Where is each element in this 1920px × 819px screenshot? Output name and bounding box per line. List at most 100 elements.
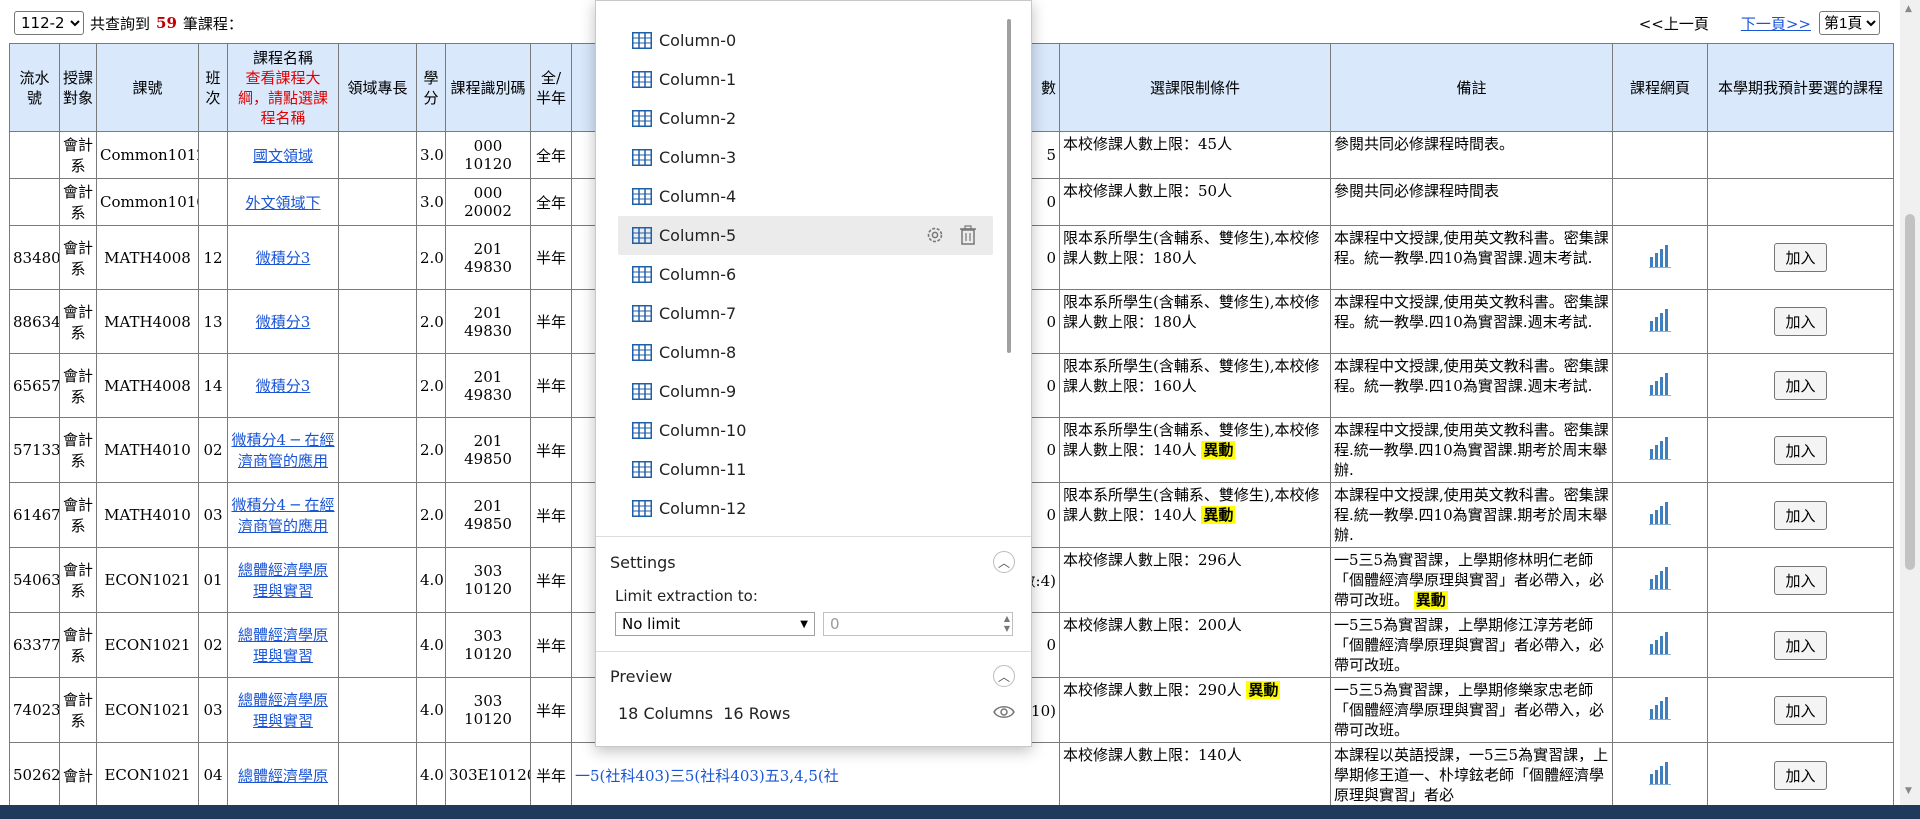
course-page-chart-icon[interactable] <box>1647 760 1673 786</box>
limit-select[interactable]: No limit ▼ <box>615 612 815 636</box>
cell-note: 一5三5為實習課，上學期修林明仁老師「個體經濟學原理與實習」者必帶入，必帶可改班… <box>1330 547 1613 613</box>
column-label: Column-10 <box>659 421 747 440</box>
course-page-chart-icon[interactable] <box>1647 307 1673 333</box>
cell-restriction: 限本系所學生(含輔系、雙修生),本校修課人數上限：180人 <box>1059 225 1331 290</box>
column-item[interactable]: Column-1 <box>618 60 993 99</box>
course-page-chart-icon[interactable] <box>1647 243 1673 269</box>
semester-select[interactable]: 112-2 <box>14 11 84 35</box>
cell-plan: 加入 <box>1707 225 1894 290</box>
course-name-link[interactable]: 微積分3 <box>256 249 311 267</box>
cell-target: 會計系 <box>59 417 97 483</box>
column-item[interactable]: Column-11 <box>618 450 993 489</box>
settings-header[interactable]: Settings ︿ <box>610 547 1015 577</box>
course-page-chart-icon[interactable] <box>1647 695 1673 721</box>
column-item[interactable]: Column-12 <box>618 489 993 528</box>
column-item[interactable]: Column-10 <box>618 411 993 450</box>
cell-credits: 2.0 <box>416 353 446 418</box>
add-course-button[interactable]: 加入 <box>1774 371 1827 400</box>
course-page-chart-icon[interactable] <box>1647 630 1673 656</box>
course-page-chart-icon[interactable] <box>1647 565 1673 591</box>
th-course-name: 課程名稱 查看課程大綱，請點選課程名稱 <box>227 43 339 132</box>
th-note: 備註 <box>1330 43 1613 132</box>
rows-word: Rows <box>748 704 791 723</box>
cell-note: 參閱共同必修課程時間表 <box>1330 178 1613 226</box>
eye-icon[interactable] <box>993 704 1015 720</box>
cell-code: ECON1021 <box>96 612 199 678</box>
course-page-chart-icon[interactable] <box>1647 371 1673 397</box>
cell-course-page <box>1612 131 1708 179</box>
cell-class: 12 <box>198 225 228 290</box>
column-item[interactable]: Column-8 <box>618 333 993 372</box>
course-name-link[interactable]: 微積分4 ─ 在經濟商管的應用 <box>231 431 334 470</box>
cell-code: MATH4010 <box>96 482 199 548</box>
column-list-scrollbar[interactable] <box>1007 19 1011 353</box>
cell-code: Common1012 <box>96 131 199 179</box>
column-item[interactable]: Column-2 <box>618 99 993 138</box>
course-name-link[interactable]: 微積分3 <box>256 313 311 331</box>
course-name-link[interactable]: 微積分4 ─ 在經濟商管的應用 <box>231 496 334 535</box>
cell-target: 會計 <box>59 742 97 808</box>
preview-collapse-icon[interactable]: ︿ <box>993 665 1015 687</box>
cell-course-id: 201 49850 <box>445 417 531 483</box>
course-name-link[interactable]: 國文領域 <box>253 147 313 165</box>
course-name-link[interactable]: 微積分3 <box>256 377 311 395</box>
column-item[interactable]: Column-9 <box>618 372 993 411</box>
scroll-down-icon[interactable]: ▼ <box>1905 786 1912 796</box>
cell-target: 會計系 <box>59 677 97 743</box>
cell-credits: 2.0 <box>416 225 446 290</box>
column-item[interactable]: Column-5 <box>618 216 993 255</box>
spinner-icon[interactable]: ▲ ▼ <box>1004 614 1010 634</box>
add-course-button[interactable]: 加入 <box>1774 760 1827 790</box>
add-course-button[interactable]: 加入 <box>1774 243 1827 272</box>
page-scrollbar[interactable]: ▲ ▼ <box>1900 0 1920 805</box>
cell-credits: 2.0 <box>416 289 446 354</box>
course-name-link[interactable]: 總體經濟學原 <box>238 767 328 785</box>
page-select[interactable]: 第1頁 <box>1819 11 1880 35</box>
cell-target: 會計系 <box>59 289 97 354</box>
cell-target: 會計系 <box>59 178 97 226</box>
column-icon <box>632 422 652 439</box>
th-serial: 流水號 <box>9 43 60 132</box>
trash-icon[interactable] <box>959 225 977 245</box>
scroll-up-icon[interactable]: ▲ <box>1905 4 1912 14</box>
course-page-chart-icon[interactable] <box>1647 500 1673 526</box>
column-label: Column-3 <box>659 148 737 167</box>
cell-course-id: 303 10120 <box>445 677 531 743</box>
column-item[interactable]: Column-6 <box>618 255 993 294</box>
preview-header[interactable]: Preview ︿ <box>610 661 1015 691</box>
course-name-link[interactable]: 總體經濟學原理與實習 <box>238 561 328 600</box>
page-scrollbar-thumb[interactable] <box>1905 214 1915 570</box>
column-label: Column-12 <box>659 499 747 518</box>
column-item[interactable]: Column-3 <box>618 138 993 177</box>
note-text: 參閱共同必修課程時間表 <box>1334 182 1500 200</box>
cell-course-id: 303E10120 <box>445 742 531 808</box>
cell-domain <box>338 225 417 290</box>
course-name-link[interactable]: 外文領域下 <box>245 194 320 212</box>
note-text: 本課程中文授課,使用英文教科書。密集課程。統一教學.四10為實習課.週末考試. <box>1334 293 1609 331</box>
column-actions <box>925 225 977 245</box>
add-course-button[interactable]: 加入 <box>1774 307 1827 336</box>
add-course-button[interactable]: 加入 <box>1774 500 1827 530</box>
gear-icon[interactable] <box>925 225 945 245</box>
course-name-link[interactable]: 總體經濟學原理與實習 <box>238 691 328 730</box>
change-badge: 異動 <box>1201 506 1236 524</box>
cell-class: 03 <box>198 482 228 548</box>
limit-number-input[interactable]: 0 ▲ ▼ <box>823 612 1013 636</box>
course-page-chart-icon[interactable] <box>1647 435 1673 461</box>
add-course-button[interactable]: 加入 <box>1774 435 1827 465</box>
column-item[interactable]: Column-4 <box>618 177 993 216</box>
add-course-button[interactable]: 加入 <box>1774 565 1827 595</box>
restriction-text: 限本系所學生(含輔系、雙修生),本校修課人數上限：180人 <box>1063 229 1320 267</box>
column-label: Column-4 <box>659 187 737 206</box>
th-course-name-hint: 查看課程大綱，請點選課程名稱 <box>237 68 328 127</box>
add-course-button[interactable]: 加入 <box>1774 695 1827 725</box>
next-page-link[interactable]: 下一頁>> <box>1741 13 1811 34</box>
cell-restriction: 限本系所學生(含輔系、雙修生),本校修課人數上限：140人 異動 <box>1059 417 1331 483</box>
add-course-button[interactable]: 加入 <box>1774 630 1827 660</box>
settings-collapse-icon[interactable]: ︿ <box>993 551 1015 573</box>
course-name-link[interactable]: 總體經濟學原理與實習 <box>238 626 328 665</box>
column-item[interactable]: Column-7 <box>618 294 993 333</box>
column-label: Column-5 <box>659 226 737 245</box>
column-item[interactable]: Column-0 <box>618 21 993 60</box>
cell-serial: 83480 <box>9 225 60 290</box>
